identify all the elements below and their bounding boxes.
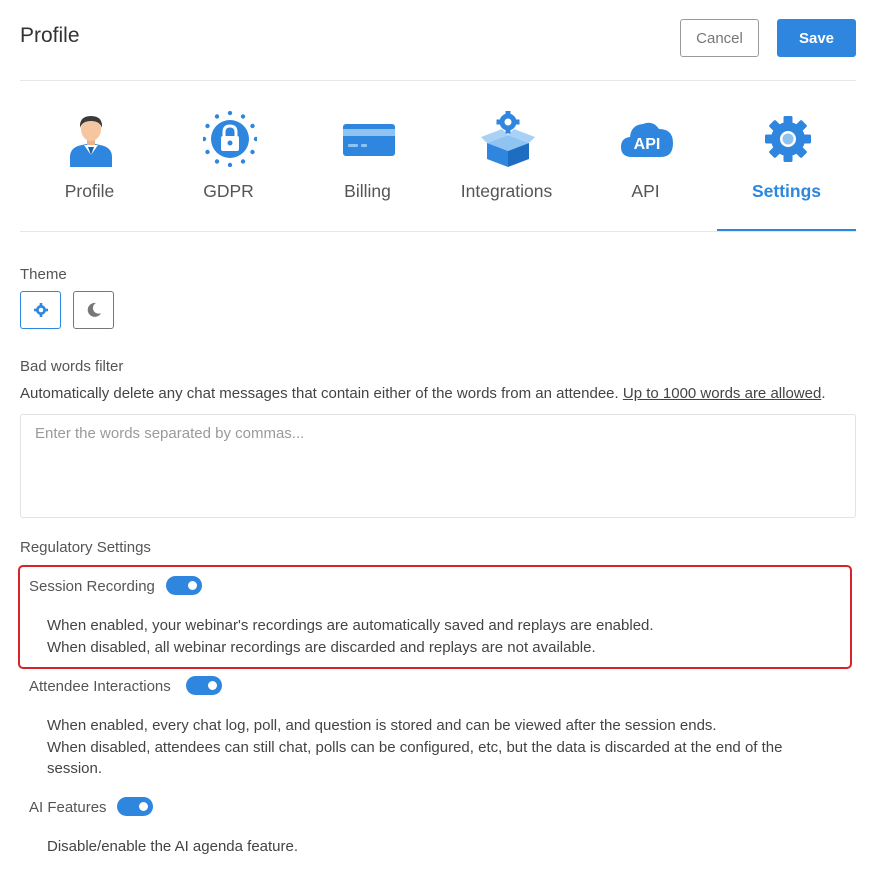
- bad-words-label: Bad words filter: [20, 358, 124, 375]
- session-recording-description: When enabled, your webinar's recordings …: [47, 615, 837, 658]
- tab-label: Billing: [344, 181, 391, 201]
- page-header: Profile Cancel Save: [20, 0, 856, 81]
- description-line: When enabled, your webinar's recordings …: [47, 617, 654, 634]
- bad-words-input[interactable]: [20, 414, 856, 518]
- description-line: When disabled, attendees can still chat,…: [47, 738, 783, 778]
- description-line: When enabled, every chat log, poll, and …: [47, 717, 717, 734]
- description-line: When disabled, all webinar recordings ar…: [47, 638, 596, 656]
- ai-features-description: Disable/enable the AI agenda feature.: [47, 836, 837, 858]
- api-cloud-icon: API: [621, 122, 673, 157]
- ai-features-toggle[interactable]: [117, 797, 153, 816]
- sun-icon: [33, 303, 48, 317]
- tab-label: Settings: [751, 181, 822, 201]
- tab-api[interactable]: API API: [576, 81, 715, 231]
- regulatory-settings-label: Regulatory Settings: [20, 539, 151, 556]
- credit-card-icon: [343, 124, 395, 156]
- tab-integrations[interactable]: Integrations: [437, 81, 576, 231]
- save-button[interactable]: Save: [777, 19, 856, 57]
- bad-words-description-text: Automatically delete any chat messages t…: [20, 385, 619, 402]
- user-avatar-icon: [70, 116, 112, 167]
- bad-words-description: Automatically delete any chat messages t…: [20, 385, 825, 402]
- word-limit-link[interactable]: Up to 1000 words are allowed: [623, 385, 821, 402]
- tab-label: GDPR: [203, 181, 254, 201]
- page-title: Profile: [20, 24, 80, 47]
- tab-gdpr[interactable]: GDPR: [159, 81, 298, 231]
- eu-lock-icon: [203, 111, 257, 167]
- tab-label: Integrations: [460, 181, 553, 201]
- svg-text:API: API: [634, 136, 661, 153]
- tab-label: Profile: [64, 181, 115, 201]
- tab-label: API: [631, 181, 660, 201]
- description-suffix: .: [821, 385, 826, 402]
- tab-billing[interactable]: Billing: [298, 81, 437, 231]
- attendee-interactions-description: When enabled, every chat log, poll, and …: [47, 715, 837, 780]
- gear-icon: [765, 116, 811, 162]
- ai-features-label: AI Features: [29, 799, 107, 816]
- session-recording-toggle[interactable]: [166, 576, 202, 595]
- description-line: Disable/enable the AI agenda feature.: [47, 838, 299, 855]
- attendee-interactions-label: Attendee Interactions: [29, 678, 171, 695]
- moon-icon: [87, 302, 101, 317]
- dark-theme-button[interactable]: [73, 291, 114, 329]
- attendee-interactions-toggle[interactable]: [186, 676, 222, 695]
- tab-profile[interactable]: Profile: [20, 81, 159, 231]
- profile-tabs: Profile GDPR Billing Integrations API AP…: [20, 81, 856, 232]
- session-recording-label: Session Recording: [29, 578, 155, 595]
- light-theme-button[interactable]: [20, 291, 61, 329]
- theme-label: Theme: [20, 266, 67, 283]
- cancel-button[interactable]: Cancel: [680, 19, 759, 57]
- tab-settings[interactable]: Settings: [717, 81, 856, 231]
- box-gear-icon: [481, 111, 535, 167]
